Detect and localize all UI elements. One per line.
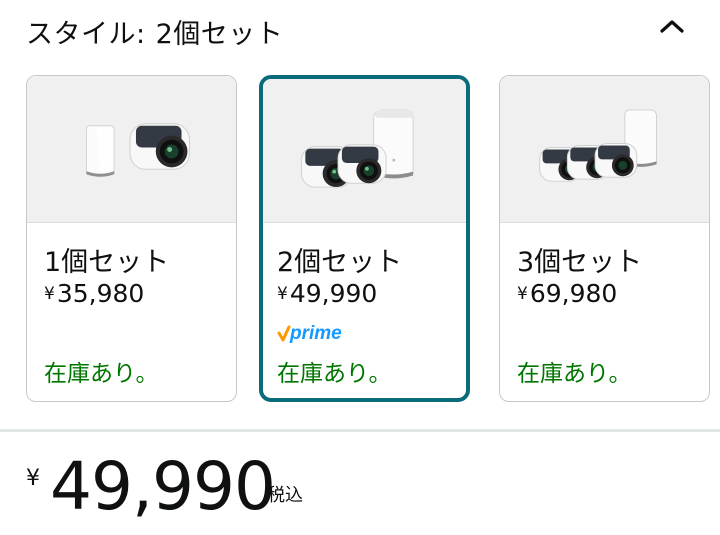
option-price: ¥35,980	[44, 279, 144, 308]
style-label-row: スタイル: 2個セット	[26, 12, 283, 51]
stock-status: 在庫あり。	[44, 361, 159, 387]
currency-symbol: ¥	[277, 284, 288, 304]
product-image	[263, 79, 466, 223]
currency-symbol: ¥	[26, 466, 40, 491]
section-divider	[0, 429, 720, 432]
stock-status: 在庫あり。	[517, 361, 632, 387]
option-title: 3個セット	[517, 247, 643, 278]
option-title: 1個セット	[44, 247, 170, 278]
price-value: 49,990	[289, 279, 378, 308]
style-label: スタイル:	[26, 19, 146, 50]
product-image	[500, 76, 709, 223]
option-price: ¥49,990	[277, 279, 377, 308]
product-image	[27, 76, 236, 223]
style-option-3-set[interactable]: 3個セット ¥69,980 在庫あり。	[499, 75, 710, 402]
price-amount: 49,990	[50, 448, 276, 525]
option-price: ¥69,980	[517, 279, 617, 308]
selected-style-value: 2個セット	[155, 19, 284, 50]
tax-note: 税込	[267, 485, 303, 506]
stock-status: 在庫あり。	[277, 361, 392, 387]
currency-symbol: ¥	[44, 284, 55, 304]
chevron-up-icon[interactable]	[658, 14, 686, 38]
style-header: スタイル: 2個セット	[0, 0, 720, 62]
price-value: 69,980	[529, 279, 618, 308]
prime-badge: prime	[277, 321, 357, 345]
option-title: 2個セット	[277, 247, 403, 278]
prime-label: prime	[289, 323, 342, 344]
price-value: 35,980	[56, 279, 145, 308]
style-option-2-set[interactable]: 2個セット ¥49,990 prime 在庫あり。	[259, 75, 470, 402]
currency-symbol: ¥	[517, 284, 528, 304]
style-option-1-set[interactable]: 1個セット ¥35,980 在庫あり。	[26, 75, 237, 402]
